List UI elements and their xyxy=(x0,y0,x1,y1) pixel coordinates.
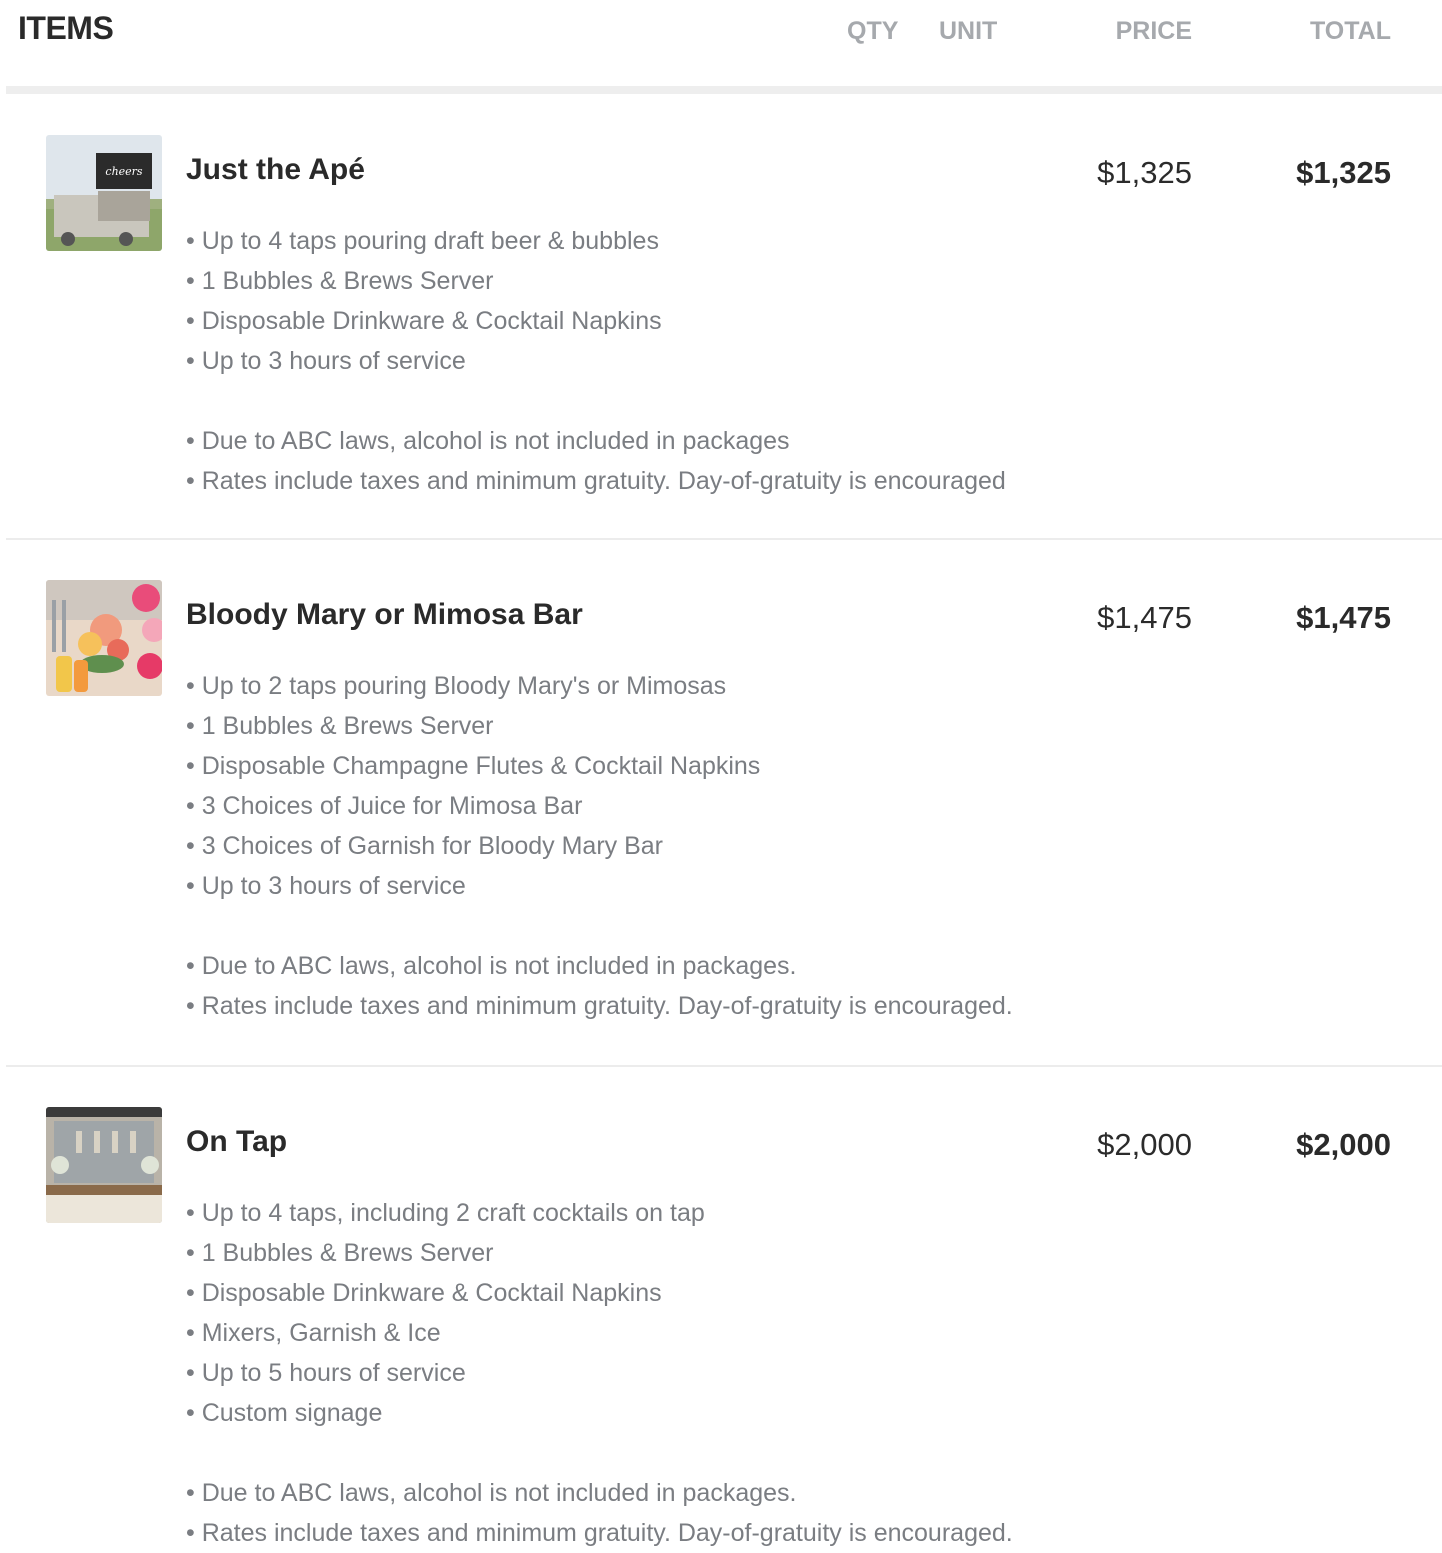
feature-line: Up to 5 hours of service xyxy=(186,1353,1013,1393)
note-line: Rates include taxes and minimum gratuity… xyxy=(186,461,1006,501)
price-column-header: PRICE xyxy=(1115,17,1192,45)
note-line: Rates include taxes and minimum gratuity… xyxy=(186,986,1013,1026)
feature-line: 3 Choices of Garnish for Bloody Mary Bar xyxy=(186,826,1013,866)
feature-line: 3 Choices of Juice for Mimosa Bar xyxy=(186,786,1013,826)
mimosa-bar-photo-icon xyxy=(46,580,162,696)
item-name: On Tap xyxy=(186,1125,288,1158)
header-divider xyxy=(6,86,1442,94)
feature-line: 1 Bubbles & Brews Server xyxy=(186,1233,1013,1273)
feature-line: Mixers, Garnish & Ice xyxy=(186,1313,1013,1353)
feature-line: Up to 4 taps, including 2 craft cocktail… xyxy=(186,1193,1013,1233)
item-divider xyxy=(6,538,1442,540)
item-name: Bloody Mary or Mimosa Bar xyxy=(186,598,583,631)
item-total: $1,475 xyxy=(1296,600,1391,635)
unit-column-header: UNIT xyxy=(939,17,998,45)
item-price: $1,325 xyxy=(1097,155,1192,190)
feature-line: Disposable Drinkware & Cocktail Napkins xyxy=(186,1273,1013,1313)
spacer xyxy=(186,906,1013,946)
thumb-sign-text: cheers xyxy=(105,165,143,178)
feature-line: Custom signage xyxy=(186,1393,1013,1433)
item-price: $2,000 xyxy=(1097,1127,1192,1162)
item-name: Just the Apé xyxy=(186,153,365,186)
qty-column-header: QTY xyxy=(847,17,899,45)
feature-line: Disposable Drinkware & Cocktail Napkins xyxy=(186,301,1006,341)
items-header: ITEMS QTY UNIT PRICE TOTAL xyxy=(0,0,1442,70)
item-description: Up to 2 taps pouring Bloody Mary's or Mi… xyxy=(186,666,1013,1026)
note-line: Due to ABC laws, alcohol is not included… xyxy=(186,421,1006,461)
total-column-header: TOTAL xyxy=(1309,17,1391,45)
feature-line: Disposable Champagne Flutes & Cocktail N… xyxy=(186,746,1013,786)
spacer xyxy=(186,1433,1013,1473)
feature-line: Up to 3 hours of service xyxy=(186,866,1013,906)
feature-line: Up to 2 taps pouring Bloody Mary's or Mi… xyxy=(186,666,1013,706)
items-heading: ITEMS xyxy=(18,10,114,46)
feature-line: Up to 3 hours of service xyxy=(186,341,1006,381)
item-description: Up to 4 taps pouring draft beer & bubble… xyxy=(186,221,1006,501)
item-price: $1,475 xyxy=(1097,600,1192,635)
item-total: $1,325 xyxy=(1296,155,1391,190)
feature-line: 1 Bubbles & Brews Server xyxy=(186,706,1013,746)
tap-wall-photo-icon xyxy=(46,1107,162,1223)
feature-line: 1 Bubbles & Brews Server xyxy=(186,261,1006,301)
truck-photo-icon: cheers xyxy=(46,135,162,251)
feature-line: Up to 4 taps pouring draft beer & bubble… xyxy=(186,221,1006,261)
item-description: Up to 4 taps, including 2 craft cocktail… xyxy=(186,1193,1013,1553)
spacer xyxy=(186,381,1006,421)
item-total: $2,000 xyxy=(1296,1127,1391,1162)
note-line: Rates include taxes and minimum gratuity… xyxy=(186,1513,1013,1553)
note-line: Due to ABC laws, alcohol is not included… xyxy=(186,1473,1013,1513)
item-divider xyxy=(6,1065,1442,1067)
note-line: Due to ABC laws, alcohol is not included… xyxy=(186,946,1013,986)
